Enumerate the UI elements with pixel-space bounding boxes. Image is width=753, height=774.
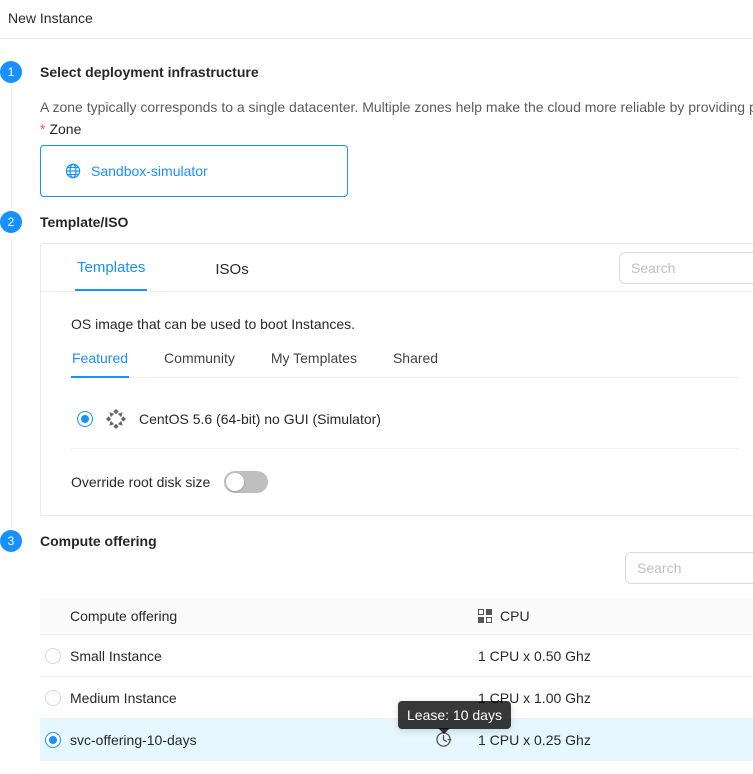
override-root-disk-toggle[interactable] bbox=[224, 471, 268, 493]
template-panel: Templates ISOs OS image that can be used… bbox=[40, 243, 753, 516]
table-row-medium-instance[interactable]: Medium Instance 1 CPU x 1.00 Ghz bbox=[40, 677, 753, 719]
template-option-centos[interactable]: CentOS 5.6 (64-bit) no GUI (Simulator) bbox=[71, 378, 739, 449]
zone-card-sandbox-simulator[interactable]: Sandbox-simulator bbox=[40, 145, 348, 197]
row-radio[interactable] bbox=[45, 690, 61, 706]
template-search-input[interactable] bbox=[619, 252, 753, 284]
page-title: New Instance bbox=[0, 0, 753, 39]
cpu-header-label: CPU bbox=[500, 608, 530, 624]
override-root-disk-label: Override root disk size bbox=[71, 474, 210, 490]
tab-templates[interactable]: Templates bbox=[75, 246, 147, 291]
os-image-description: OS image that can be used to boot Instan… bbox=[71, 314, 739, 334]
tab-isos[interactable]: ISOs bbox=[213, 248, 250, 291]
step-number-badge: 2 bbox=[0, 211, 22, 233]
step-rail: 3 bbox=[0, 530, 22, 761]
globe-icon bbox=[65, 163, 81, 179]
offering-name: Medium Instance bbox=[70, 690, 177, 706]
offering-cpu: 1 CPU x 0.25 Ghz bbox=[478, 732, 591, 748]
step-connector-line bbox=[11, 89, 12, 209]
step-template-iso: 2 Template/ISO Templates ISOs OS image t… bbox=[0, 211, 753, 530]
override-root-disk-row: Override root disk size bbox=[71, 471, 739, 493]
tab-community[interactable]: Community bbox=[163, 342, 236, 377]
tab-my-templates[interactable]: My Templates bbox=[270, 342, 358, 377]
row-radio[interactable] bbox=[45, 732, 61, 748]
step-number-badge: 3 bbox=[0, 530, 22, 552]
column-header-compute-offering: Compute offering bbox=[70, 608, 478, 624]
column-header-cpu: CPU bbox=[478, 608, 753, 624]
required-asterisk: * bbox=[40, 121, 45, 137]
offering-name: svc-offering-10-days bbox=[70, 732, 197, 748]
step-title: Select deployment infrastructure bbox=[40, 61, 753, 83]
compute-search-input[interactable] bbox=[625, 552, 753, 584]
template-radio[interactable] bbox=[77, 411, 93, 427]
grid-icon bbox=[478, 609, 492, 623]
tab-featured[interactable]: Featured bbox=[71, 342, 129, 378]
table-row-svc-offering-10-days[interactable]: svc-offering-10-days 1 CPU x 0.25 Ghz bbox=[40, 719, 753, 761]
step-title: Template/ISO bbox=[40, 211, 753, 233]
step-rail: 1 bbox=[0, 61, 22, 211]
tab-shared[interactable]: Shared bbox=[392, 342, 439, 377]
step-deployment-infrastructure: 1 Select deployment infrastructure A zon… bbox=[0, 61, 753, 211]
step-compute-offering: 3 Compute offering Compute offering bbox=[0, 530, 753, 761]
step-rail: 2 bbox=[0, 211, 22, 530]
offering-name: Small Instance bbox=[70, 648, 162, 664]
centos-logo-icon bbox=[105, 408, 127, 430]
zone-label-text: Zone bbox=[49, 121, 81, 137]
table-header-row: Compute offering CPU bbox=[40, 598, 753, 635]
zone-description: A zone typically corresponds to a single… bbox=[40, 99, 753, 115]
step-number-badge: 1 bbox=[0, 61, 22, 83]
table-row-small-instance[interactable]: Small Instance 1 CPU x 0.50 Ghz bbox=[40, 635, 753, 677]
new-instance-wizard: 1 Select deployment infrastructure A zon… bbox=[0, 39, 753, 761]
template-option-label: CentOS 5.6 (64-bit) no GUI (Simulator) bbox=[139, 411, 381, 427]
step-connector-line bbox=[11, 239, 12, 528]
lease-tooltip: Lease: 10 days bbox=[398, 701, 511, 729]
row-radio[interactable] bbox=[45, 648, 61, 664]
zone-field-label: *Zone bbox=[40, 121, 753, 137]
zone-card-label: Sandbox-simulator bbox=[91, 163, 208, 179]
compute-offering-toolbar bbox=[40, 552, 753, 596]
offering-cpu: 1 CPU x 0.50 Ghz bbox=[478, 648, 591, 664]
template-filter-tabs: Featured Community My Templates Shared bbox=[71, 342, 739, 378]
step-title: Compute offering bbox=[40, 530, 753, 552]
compute-offering-table: Compute offering CPU bbox=[40, 598, 753, 761]
